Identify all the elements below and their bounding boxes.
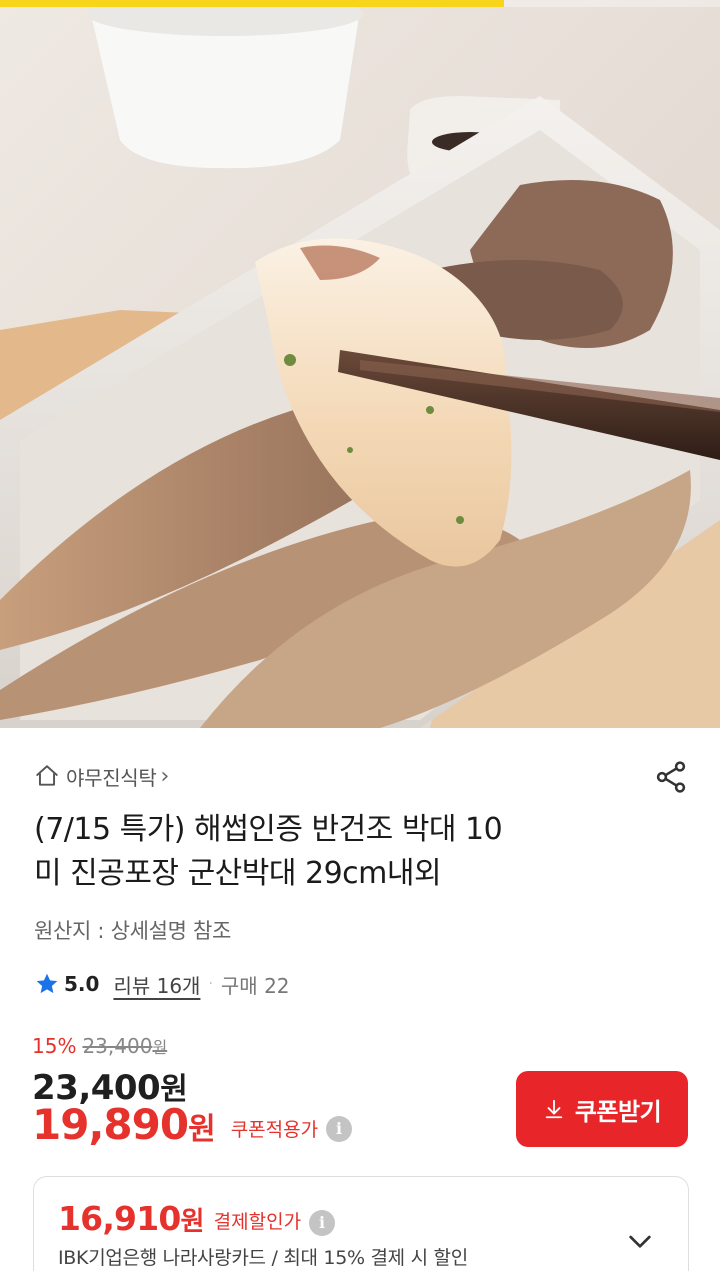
coupon-price-unit: 원 <box>188 1112 216 1147</box>
download-icon <box>545 1099 563 1119</box>
share-icon <box>656 761 686 793</box>
purchase-count: 구매 22 <box>220 973 290 998</box>
get-coupon-label: 쿠폰받기 <box>574 1097 662 1126</box>
coupon-price: 19,890원 <box>32 1100 216 1149</box>
image-progress-bar <box>0 0 720 7</box>
coupon-price-label: 쿠폰적용가 <box>230 1119 319 1141</box>
home-icon <box>36 765 58 786</box>
review-link[interactable]: 리뷰 16개 <box>113 970 200 999</box>
share-button[interactable] <box>650 756 692 798</box>
rating-score: 5.0 <box>64 972 100 996</box>
discount-rate: 15% <box>32 1034 77 1058</box>
product-title-line2: 미 진공포장 군산박대 29cm내외 <box>34 856 442 891</box>
store-name: 야무진식탁 <box>66 765 157 790</box>
product-title: (7/15 특가) 해썹인증 반건조 박대 10 미 진공포장 군산박대 29c… <box>34 808 664 896</box>
get-coupon-button[interactable]: 쿠폰받기 <box>516 1071 688 1147</box>
coupon-price-value: 19,890 <box>32 1100 189 1149</box>
card-discount-price: 16,910원 <box>58 1199 204 1238</box>
card-price-row: 16,910원 결제할인가 i <box>58 1199 336 1238</box>
original-price: 23,400원 <box>82 1034 167 1058</box>
original-price-value: 23,400 <box>82 1034 153 1058</box>
product-title-line1: (7/15 특가) 해썹인증 반건조 박대 10 <box>34 812 503 847</box>
coupon-price-row: 19,890원 쿠폰적용가 i <box>32 1100 353 1149</box>
card-discount-box[interactable]: 16,910원 결제할인가 i IBK기업은행 나라사랑카드 / 최대 15% … <box>33 1176 689 1271</box>
store-link[interactable]: 야무진식탁 › <box>34 760 169 792</box>
card-price-value: 16,910 <box>58 1199 181 1238</box>
info-icon[interactable]: i <box>326 1115 353 1142</box>
chevron-down-icon[interactable] <box>624 1225 656 1257</box>
info-icon[interactable]: i <box>309 1209 336 1236</box>
card-discount-label: 결제할인가 <box>213 1211 302 1233</box>
star-icon <box>36 973 58 994</box>
product-image[interactable] <box>0 0 720 728</box>
product-photo <box>0 0 720 728</box>
original-price-unit: 원 <box>152 1038 168 1057</box>
rating-row: 5.0 리뷰 16개 · 구매 22 <box>34 966 290 1002</box>
origin-info: 원산지 : 상세설명 참조 <box>34 919 232 943</box>
chevron-right-icon: › <box>160 763 170 789</box>
card-price-unit: 원 <box>180 1207 205 1237</box>
discount-row: 15% 23,400원 <box>32 1034 167 1058</box>
image-progress-fill <box>0 0 504 7</box>
card-discount-description: IBK기업은행 나라사랑카드 / 최대 15% 결제 시 할인 <box>58 1247 468 1269</box>
separator-dot: · <box>208 976 213 992</box>
